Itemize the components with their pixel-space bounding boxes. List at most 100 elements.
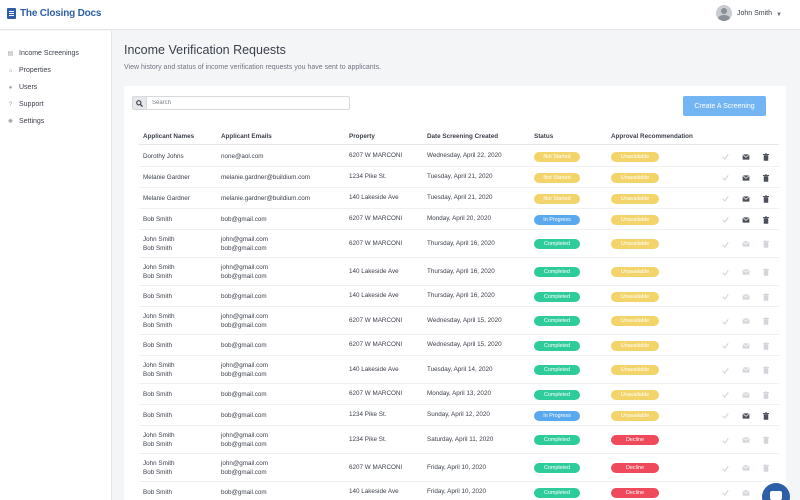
applicant-emails-line: melanie.gardner@buildium.com <box>221 195 310 202</box>
table-row[interactable]: Bob Smith bob@gmail.com 6207 W MARCONI Wedn… <box>139 335 779 356</box>
column-header-approval[interactable]: Approval Recommendation <box>611 133 693 140</box>
check-icon[interactable] <box>721 488 730 497</box>
check-icon[interactable] <box>721 411 730 420</box>
applicant-emails-line: bob@gmail.com <box>221 322 267 329</box>
date-cell: Wednesday, April 22, 2020 <box>427 152 502 159</box>
date-cell: Tuesday, April 21, 2020 <box>427 173 493 180</box>
trash-icon[interactable] <box>761 411 770 420</box>
trash-icon[interactable] <box>761 268 770 277</box>
applicant-emails-line: bob@gmail.com <box>221 342 267 349</box>
trash-icon[interactable] <box>761 464 770 473</box>
envelope-icon[interactable] <box>741 411 750 420</box>
table-row[interactable]: John Smith Bob Smith john@gmail.com bob@gma… <box>139 230 779 258</box>
sidebar-item-income-screenings[interactable]: ▤ Income Screenings <box>0 45 111 62</box>
column-header-property[interactable]: Property <box>349 133 375 140</box>
check-icon[interactable] <box>721 152 730 161</box>
applicant-emails-line: none@aol.com <box>221 153 264 160</box>
envelope-icon[interactable] <box>741 341 750 350</box>
envelope-icon[interactable] <box>741 390 750 399</box>
search-button[interactable] <box>133 97 147 109</box>
check-icon[interactable] <box>721 436 730 445</box>
table-row[interactable]: John Smith Bob Smith john@gmail.com bob@gma… <box>139 426 779 454</box>
chevron-down-icon[interactable]: ▼ <box>776 12 782 18</box>
envelope-icon[interactable] <box>741 464 750 473</box>
envelope-icon[interactable] <box>741 194 750 203</box>
app-logo[interactable]: The Closing Docs <box>7 8 101 19</box>
column-header-date[interactable]: Date Screening Created <box>427 133 498 140</box>
envelope-icon[interactable] <box>741 215 750 224</box>
approval-badge: Decline <box>611 487 659 498</box>
create-screening-button[interactable]: Create A Screening <box>683 96 766 116</box>
applicant-names-line: Melanie Gardner <box>143 195 190 202</box>
applicant-emails-line: john@gmail.com <box>221 459 268 467</box>
property-cell: 140 Lakeside Ave <box>349 194 399 201</box>
table-row[interactable]: Melanie Gardner melanie.gardner@buildium.… <box>139 188 779 209</box>
envelope-icon[interactable] <box>741 240 750 249</box>
sidebar-item-settings[interactable]: ✺ Settings <box>0 113 111 130</box>
column-header-status[interactable]: Status <box>534 133 553 140</box>
applicant-emails-line: bob@gmail.com <box>221 489 267 496</box>
search-input[interactable] <box>147 97 347 109</box>
check-icon[interactable] <box>721 390 730 399</box>
trash-icon[interactable] <box>761 292 770 301</box>
page-title: Income Verification Requests <box>124 43 286 57</box>
table-row[interactable]: John Smith Bob Smith john@gmail.com bob@gma… <box>139 454 779 482</box>
trash-icon[interactable] <box>761 436 770 445</box>
envelope-icon[interactable] <box>741 366 750 375</box>
trash-icon[interactable] <box>761 390 770 399</box>
trash-icon[interactable] <box>761 240 770 249</box>
check-icon[interactable] <box>721 194 730 203</box>
document-icon: ▤ <box>7 51 14 57</box>
envelope-icon[interactable] <box>741 317 750 326</box>
check-icon[interactable] <box>721 317 730 326</box>
applicant-emails: melanie.gardner@buildium.com <box>221 194 310 204</box>
trash-icon[interactable] <box>761 194 770 203</box>
check-icon[interactable] <box>721 366 730 375</box>
trash-icon[interactable] <box>761 173 770 182</box>
table-row[interactable]: Dorothy Johns none@aol.com 6207 W MARCONI W… <box>139 146 779 167</box>
table-row[interactable]: Bob Smith bob@gmail.com 6207 W MARCONI Mond… <box>139 384 779 405</box>
approval-badge: Unavailable <box>611 316 659 326</box>
check-icon[interactable] <box>721 240 730 249</box>
column-header-names[interactable]: Applicant Names <box>143 133 194 140</box>
table-row[interactable]: Bob Smith bob@gmail.com 1234 Pike St. Sunda… <box>139 405 779 426</box>
envelope-icon[interactable] <box>741 488 750 497</box>
sidebar-item-properties[interactable]: ⌂ Properties <box>0 62 111 79</box>
table-row[interactable]: John Smith Bob Smith john@gmail.com bob@gma… <box>139 356 779 384</box>
table-row[interactable]: Melanie Gardner melanie.gardner@buildium.… <box>139 167 779 188</box>
sidebar-item-support[interactable]: ? Support <box>0 96 111 113</box>
table-row[interactable]: John Smith Bob Smith john@gmail.com bob@gma… <box>139 258 779 286</box>
check-icon[interactable] <box>721 464 730 473</box>
trash-icon[interactable] <box>761 152 770 161</box>
envelope-icon[interactable] <box>741 292 750 301</box>
trash-icon[interactable] <box>761 215 770 224</box>
envelope-icon[interactable] <box>741 268 750 277</box>
table-row[interactable]: John Smith Bob Smith john@gmail.com bob@gma… <box>139 307 779 335</box>
trash-icon[interactable] <box>761 366 770 375</box>
envelope-icon[interactable] <box>741 173 750 182</box>
table-row[interactable]: Bob Smith bob@gmail.com 6207 W MARCONI Mond… <box>139 209 779 230</box>
applicant-emails: john@gmail.com bob@gmail.com <box>221 361 268 380</box>
sidebar-item-users[interactable]: ● Users <box>0 79 111 96</box>
date-cell: Wednesday, April 15, 2020 <box>427 316 502 324</box>
sidebar-item-label: Properties <box>19 67 51 74</box>
envelope-icon[interactable] <box>741 436 750 445</box>
envelope-icon[interactable] <box>741 152 750 161</box>
user-menu[interactable]: John Smith <box>715 5 772 21</box>
check-icon[interactable] <box>721 292 730 301</box>
property-cell: 6207 W MARCONI <box>349 390 403 397</box>
table-row[interactable]: Bob Smith bob@gmail.com 140 Lakeside Ave Fr… <box>139 482 779 500</box>
trash-icon[interactable] <box>761 341 770 350</box>
status-badge: Completed <box>534 463 580 473</box>
check-icon[interactable] <box>721 341 730 350</box>
applicant-emails-line: bob@gmail.com <box>221 273 267 280</box>
status-badge: Completed <box>534 267 580 277</box>
trash-icon[interactable] <box>761 317 770 326</box>
applicant-names: Bob Smith <box>143 341 172 351</box>
column-header-emails[interactable]: Applicant Emails <box>221 133 272 140</box>
table-row[interactable]: Bob Smith bob@gmail.com 140 Lakeside Ave Th… <box>139 286 779 307</box>
status-badge: Not Started <box>534 172 580 183</box>
check-icon[interactable] <box>721 173 730 182</box>
check-icon[interactable] <box>721 215 730 224</box>
check-icon[interactable] <box>721 268 730 277</box>
